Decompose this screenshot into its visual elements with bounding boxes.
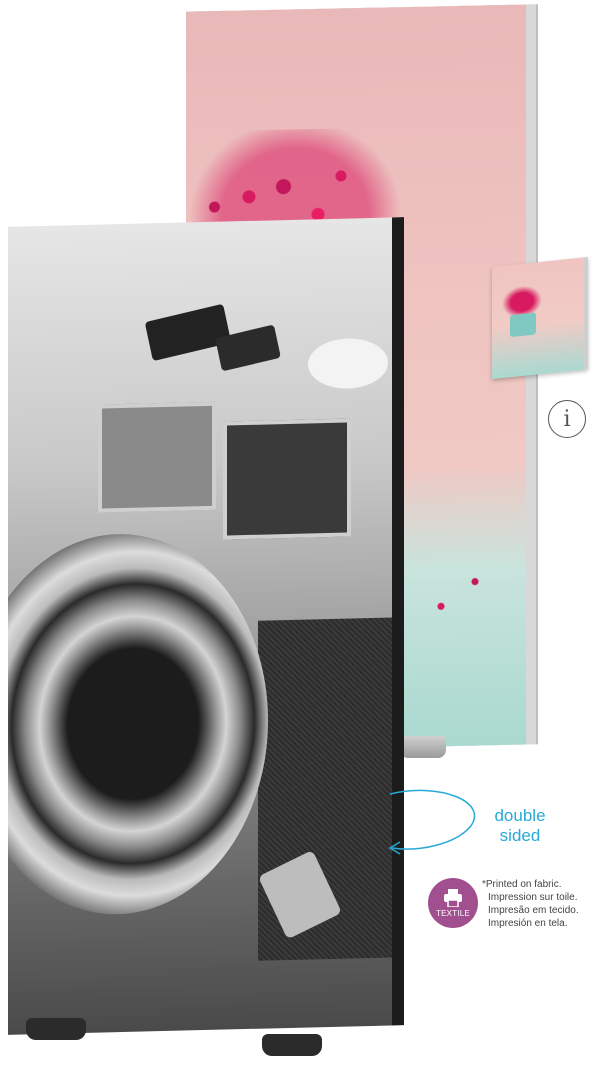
printer-icon <box>444 888 462 907</box>
front-foot-right <box>262 1034 322 1056</box>
textile-badge: TEXTILE <box>428 878 478 928</box>
camera-window-left <box>98 401 216 513</box>
double-sided-label: double sided <box>480 806 560 846</box>
double-sided-arrow-icon <box>388 789 476 855</box>
print-note-en: *Printed on fabric. <box>482 879 562 890</box>
camera-window-right <box>223 418 351 540</box>
print-note-pt: Impresão em tecido. <box>488 905 579 916</box>
front-foot-left <box>26 1018 86 1040</box>
print-notes: *Printed on fabric. Impression sur toile… <box>482 878 602 930</box>
camera-knob <box>308 337 388 390</box>
print-note-fr: Impression sur toile. <box>488 892 578 903</box>
info-icon[interactable]: i <box>548 400 586 438</box>
camera-lens <box>8 530 268 918</box>
product-thumbnail[interactable] <box>492 256 588 380</box>
double-sided-line1: double <box>494 806 546 825</box>
textile-label: TEXTILE <box>436 908 470 918</box>
front-camera-panel <box>8 217 404 1035</box>
print-note-es: Impresión en tela. <box>488 918 568 929</box>
double-sided-line2: sided <box>499 826 541 845</box>
thumbnail-pot <box>510 312 536 338</box>
back-panel-foot <box>400 736 446 758</box>
